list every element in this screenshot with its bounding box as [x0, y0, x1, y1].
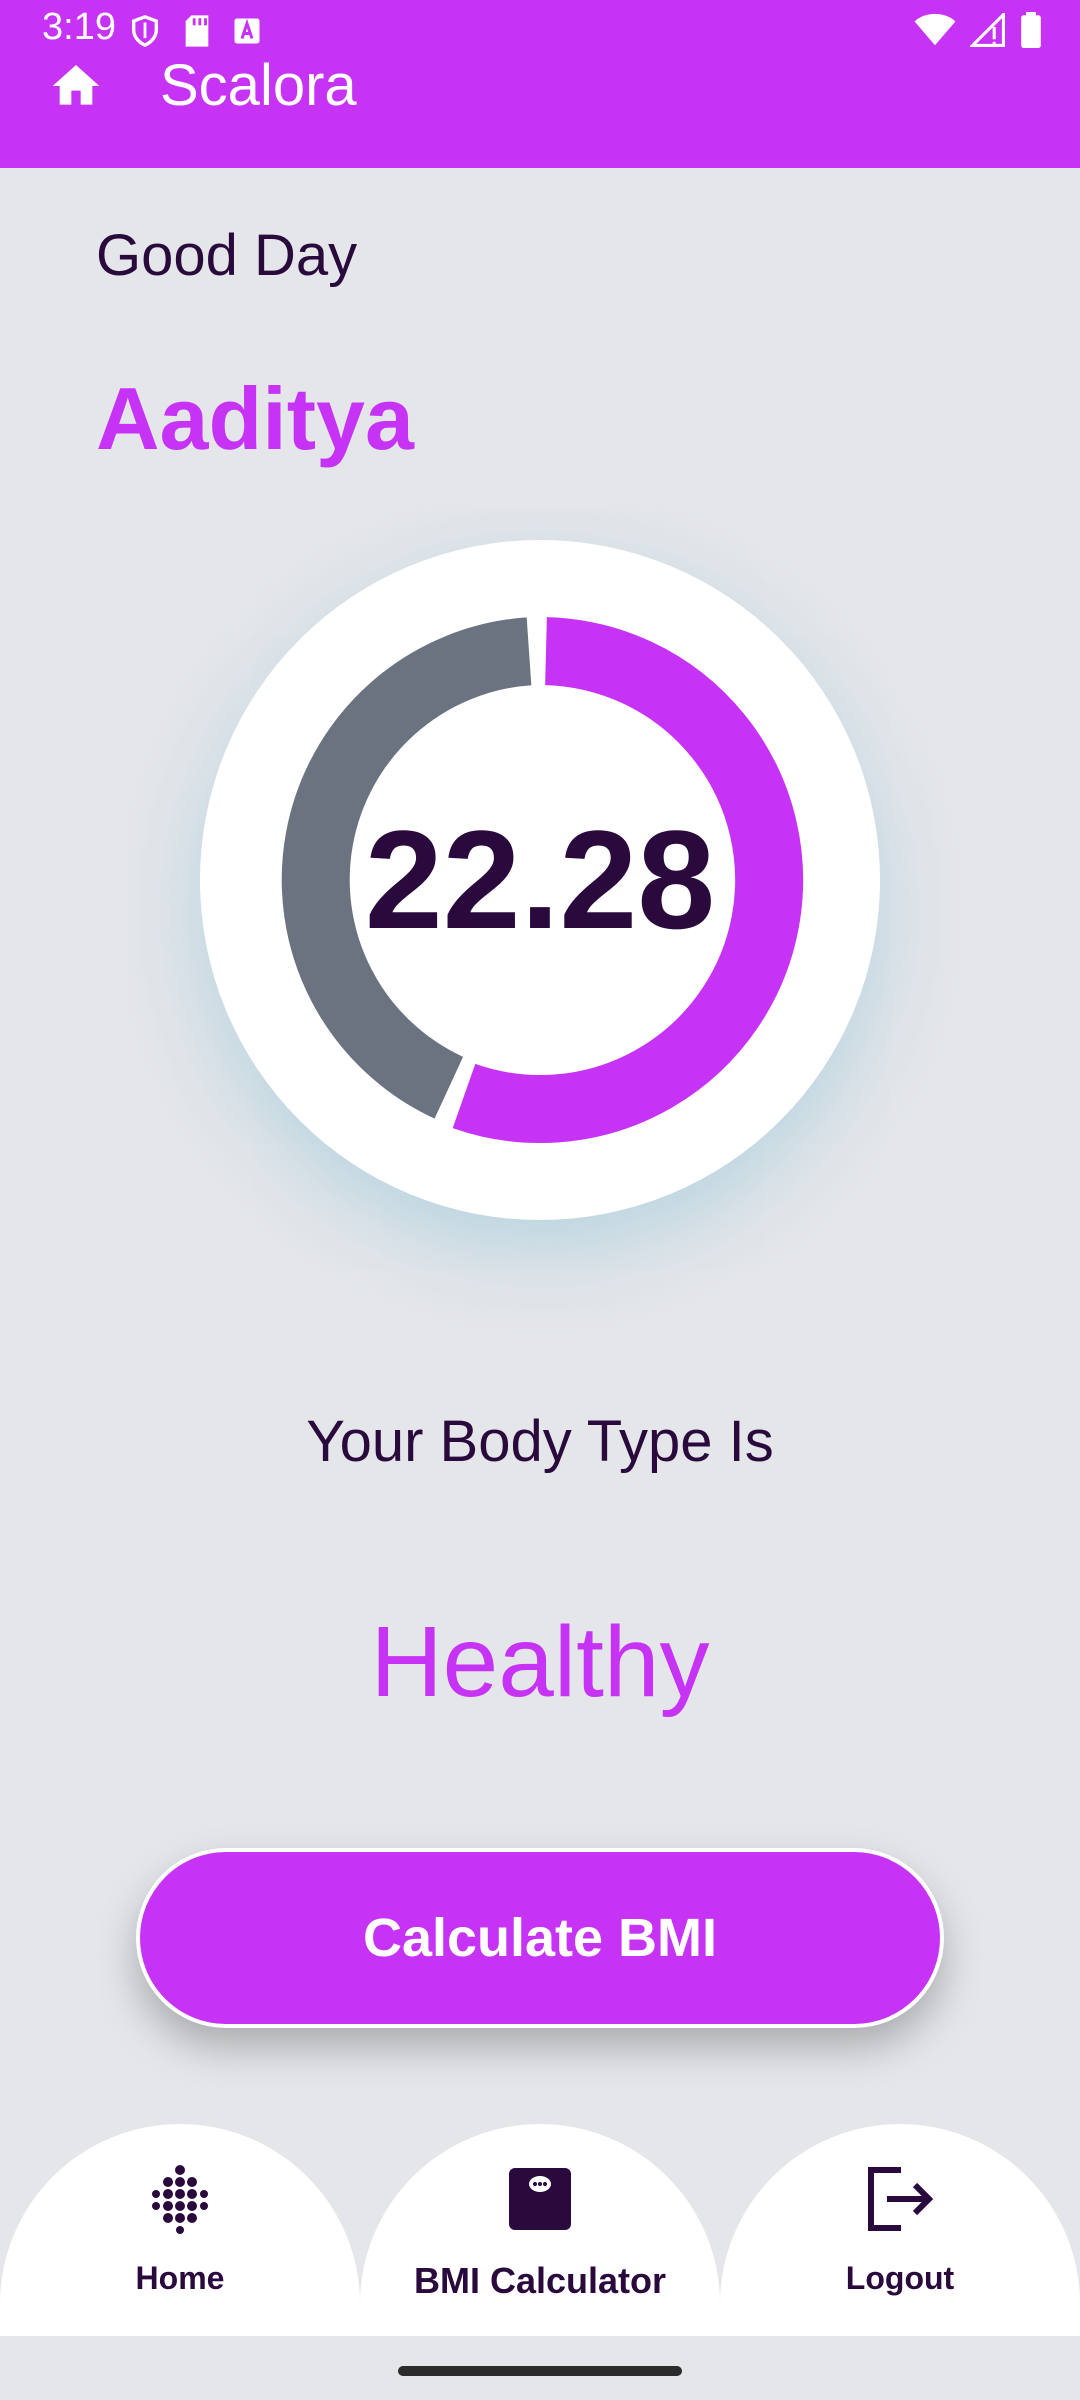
calculate-bmi-button[interactable]: Calculate BMI — [136, 1848, 944, 2028]
body-type-value: Healthy — [370, 1606, 710, 1718]
dots-grid-icon — [145, 2164, 215, 2234]
body-type-label: Your Body Type Is — [306, 1409, 774, 1474]
home-icon[interactable] — [48, 58, 104, 114]
app-bar: 3:19 Scalora — [0, 0, 1080, 168]
signal-icon — [970, 13, 1005, 47]
nav-item-logout[interactable]: Logout — [720, 2124, 1080, 2336]
nav-item-bmi-calculator[interactable]: BMI Calculator — [360, 2124, 720, 2336]
battery-icon — [1021, 12, 1041, 48]
status-time: 3:19 — [42, 6, 116, 48]
bmi-value: 22.28 — [364, 801, 716, 958]
wifi-icon — [914, 13, 956, 46]
nav-item-home[interactable]: Home — [0, 2124, 360, 2336]
nav-label-logout: Logout — [845, 2260, 955, 2296]
nav-label-bmi-calculator: BMI Calculator — [413, 2260, 667, 2301]
status-icons-left — [128, 14, 262, 48]
app-title: Scalora — [160, 53, 357, 118]
shield-icon — [131, 15, 159, 48]
bottom-navigation: Home BMI Calculator Logout — [0, 2124, 1080, 2336]
gesture-bar — [0, 2336, 1080, 2400]
status-bar: 3:19 — [0, 0, 1080, 60]
status-icons-right — [914, 12, 1042, 48]
sd-card-icon — [185, 15, 209, 47]
greeting-text: Good Day — [96, 223, 358, 288]
scale-icon — [505, 2164, 575, 2234]
font-a-icon — [234, 18, 260, 44]
nav-label-home: Home — [135, 2260, 225, 2296]
gesture-handle[interactable] — [398, 2366, 682, 2376]
user-name: Aaditya — [96, 369, 414, 468]
bmi-gauge: 22.28 — [200, 540, 880, 1220]
logout-icon — [865, 2164, 935, 2234]
